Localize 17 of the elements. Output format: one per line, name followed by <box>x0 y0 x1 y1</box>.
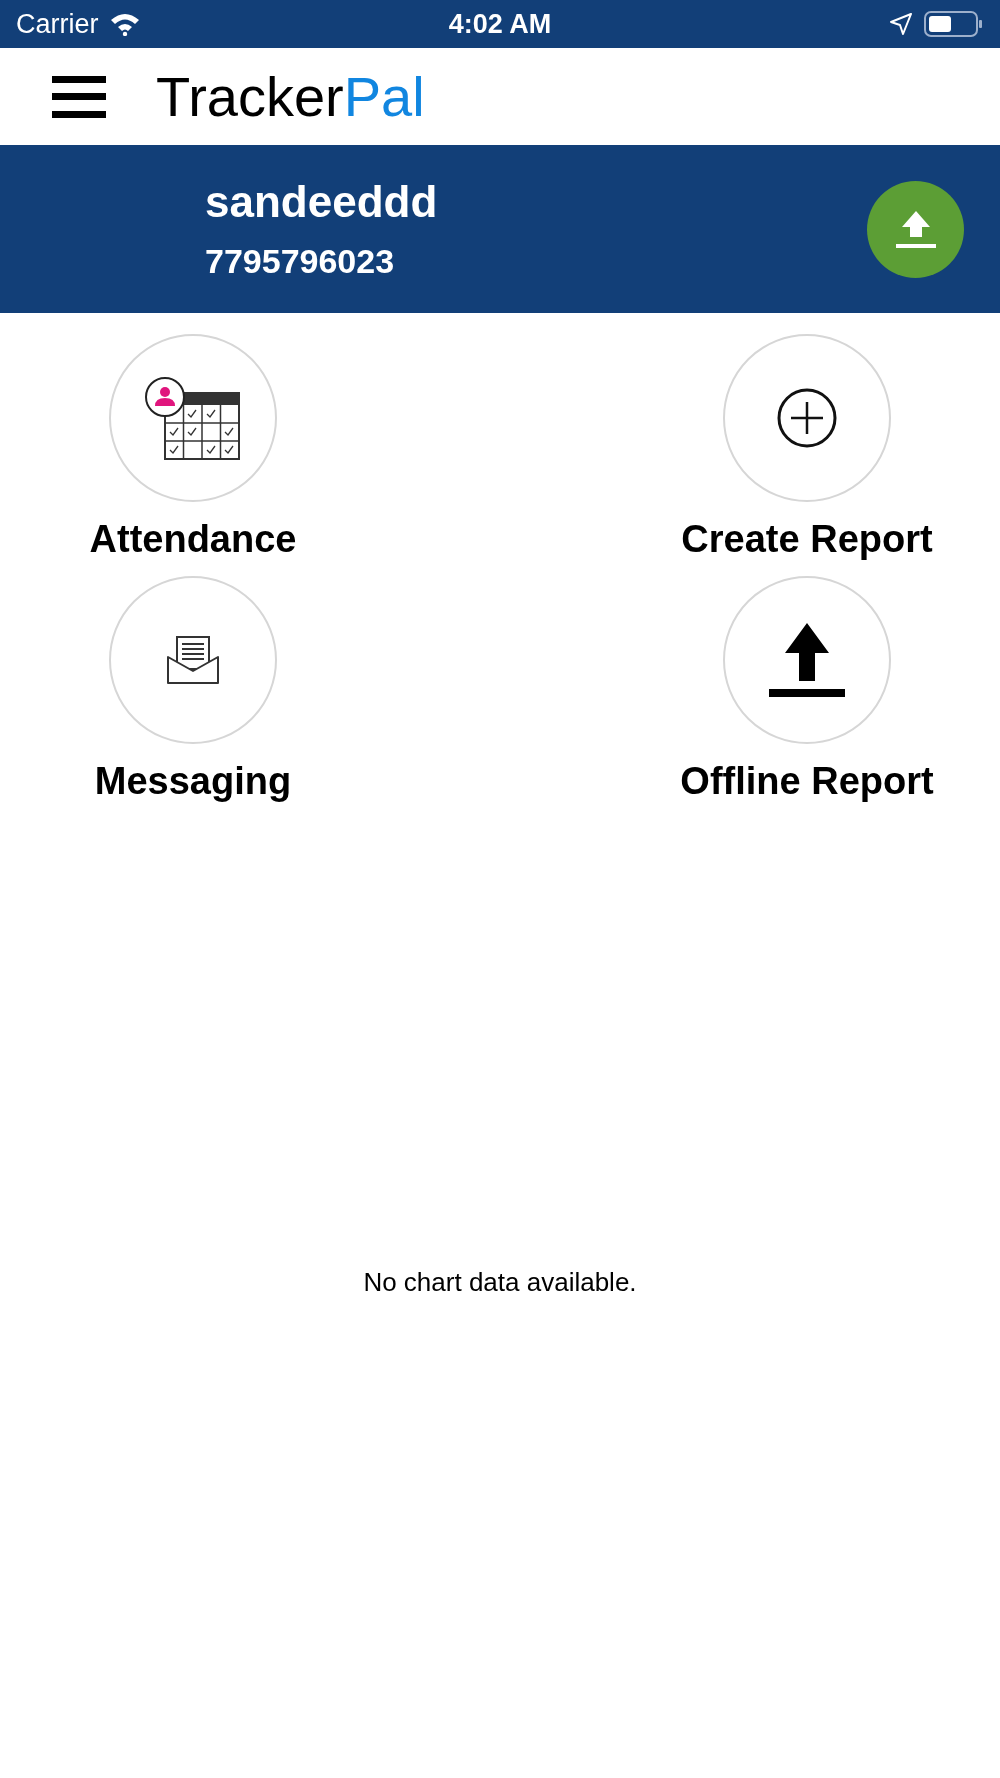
plus-icon <box>777 388 837 448</box>
carrier-label: Carrier <box>16 7 99 41</box>
time-label: 4:02 AM <box>448 7 552 41</box>
location-arrow-icon <box>890 13 912 35</box>
app-logo: TrackerPal <box>156 68 425 125</box>
tile-label: Messaging <box>94 762 292 800</box>
user-name: sandeeddd <box>205 180 438 224</box>
tile-label: Create Report <box>681 520 933 558</box>
tile-label: Attendance <box>89 520 297 558</box>
calendar-icon <box>145 375 241 461</box>
envelope-icon <box>166 635 220 685</box>
menu-button[interactable] <box>52 73 106 120</box>
upload-icon <box>769 623 845 697</box>
tile-label: Offline Report <box>680 762 934 800</box>
phone-number: 7795796023 <box>205 244 396 278</box>
battery-icon <box>924 10 984 38</box>
empty-chart-message: No chart data available. <box>363 1266 637 1299</box>
